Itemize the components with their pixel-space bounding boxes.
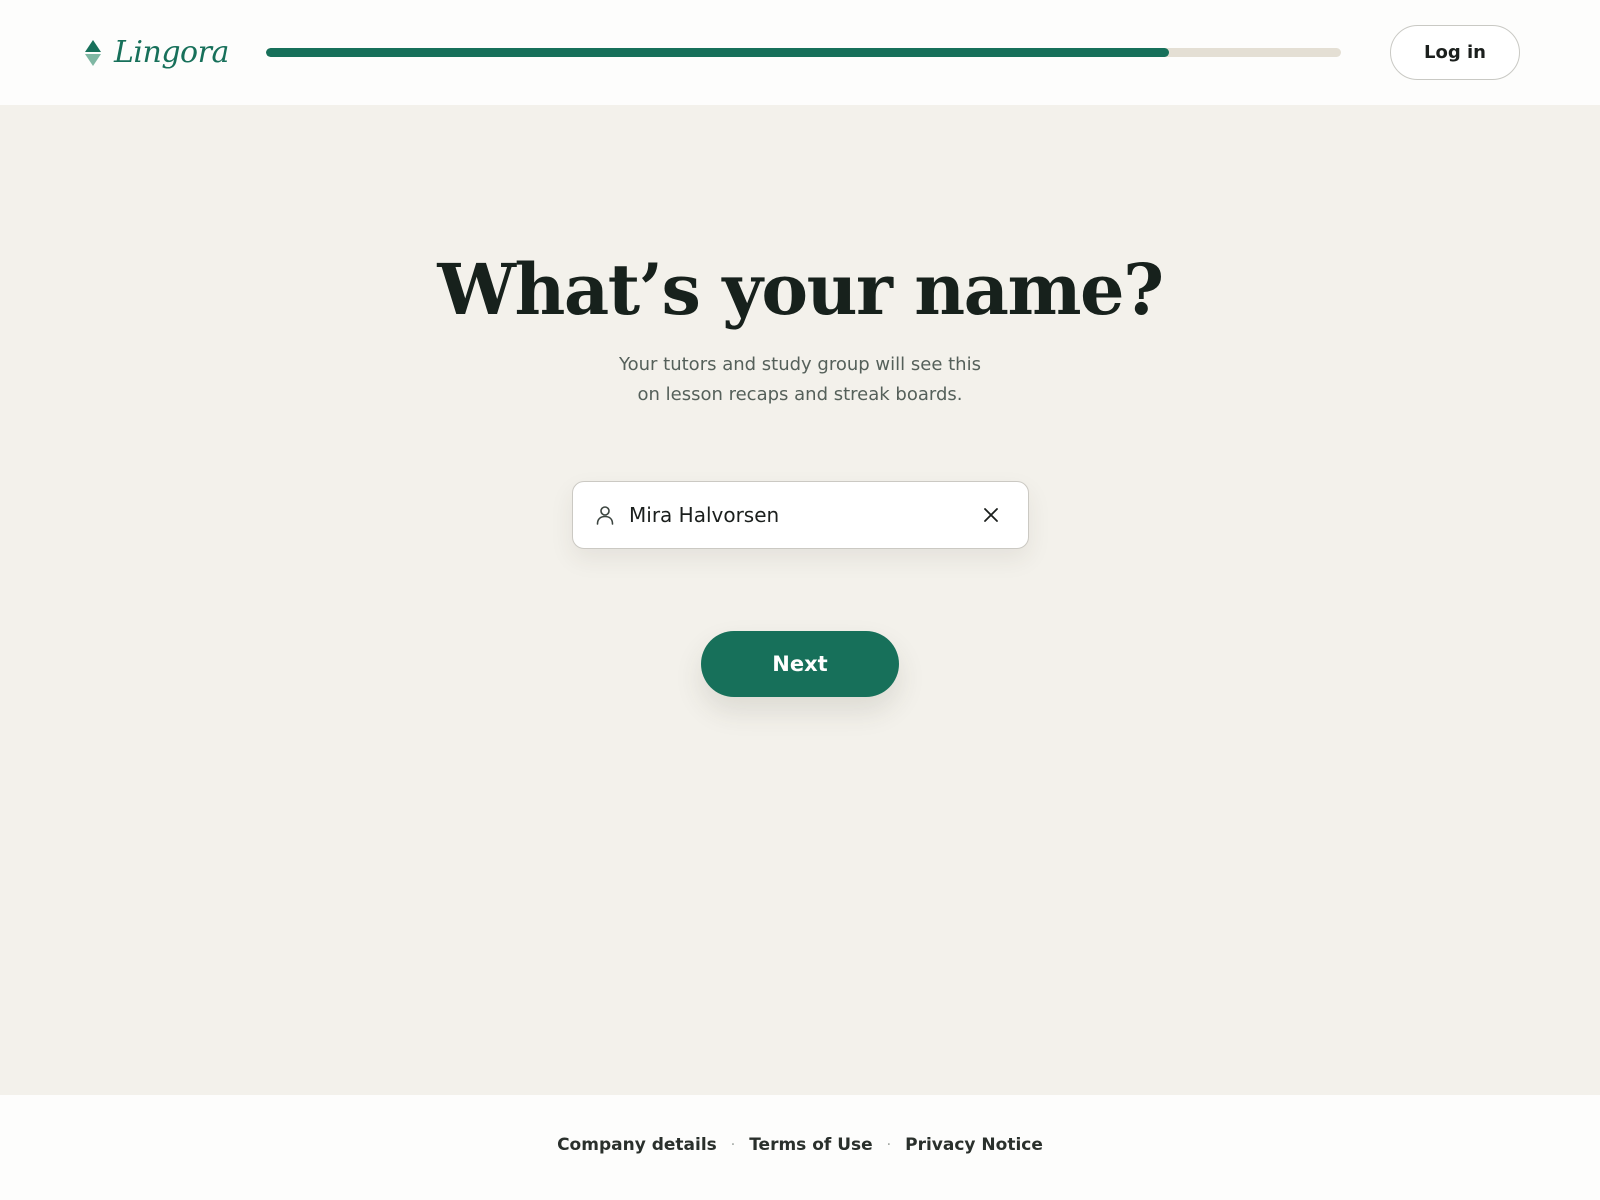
clear-input-button[interactable] xyxy=(978,502,1004,528)
footer-separator: · xyxy=(730,1137,736,1153)
login-button[interactable]: Log in xyxy=(1390,25,1520,80)
name-field[interactable] xyxy=(572,481,1029,549)
footer-separator: · xyxy=(886,1137,892,1153)
footer: Company details · Terms of Use · Privacy… xyxy=(0,1095,1600,1200)
page-subtitle: Your tutors and study group will see thi… xyxy=(550,350,1050,410)
subtitle-line: Your tutors and study group will see thi… xyxy=(619,354,981,375)
diamond-logo-icon xyxy=(85,40,101,66)
next-button[interactable]: Next xyxy=(701,631,899,697)
onboarding-page: Lingora Log in What’s your name? Your tu… xyxy=(0,0,1600,1200)
footer-link-terms-of-use[interactable]: Terms of Use xyxy=(749,1135,872,1155)
brand-logo[interactable]: Lingora xyxy=(84,30,229,76)
user-icon xyxy=(596,506,614,525)
onboarding-progress-bar xyxy=(266,48,1341,57)
footer-link-privacy-notice[interactable]: Privacy Notice xyxy=(905,1135,1043,1155)
close-icon xyxy=(984,508,998,522)
footer-links: Company details · Terms of Use · Privacy… xyxy=(0,1135,1600,1155)
name-input[interactable] xyxy=(629,496,959,534)
progress-bar-fill xyxy=(266,48,1169,57)
subtitle-line: on lesson recaps and streak boards. xyxy=(637,384,963,405)
brand-name: Lingora xyxy=(114,35,229,70)
top-bar: Lingora Log in xyxy=(0,0,1600,105)
page-title: What’s your name? xyxy=(437,248,1164,331)
footer-link-company-details[interactable]: Company details xyxy=(557,1135,717,1155)
